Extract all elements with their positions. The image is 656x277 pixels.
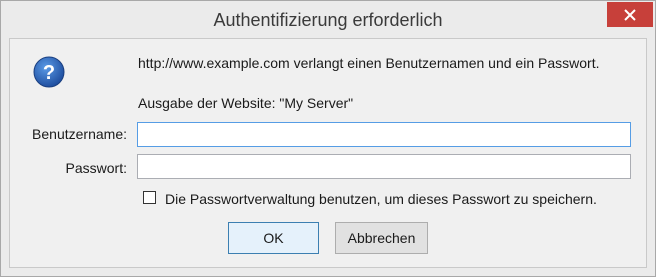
- ok-button[interactable]: OK: [228, 222, 319, 254]
- close-icon: [624, 8, 636, 21]
- password-label: Passwort:: [65, 160, 127, 176]
- username-label: Benutzername:: [32, 126, 127, 142]
- dialog-content: ? http://www.example.com verlangt einen …: [9, 38, 647, 268]
- auth-dialog: Authentifizierung erforderlich ? http://…: [0, 0, 656, 277]
- auth-message: http://www.example.com verlangt einen Be…: [138, 55, 600, 71]
- question-icon: ?: [33, 56, 65, 88]
- realm-message: Ausgabe der Website: "My Server": [138, 95, 354, 111]
- titlebar[interactable]: Authentifizierung erforderlich: [1, 1, 655, 38]
- remember-password-checkbox[interactable]: [143, 191, 156, 204]
- cancel-button[interactable]: Abbrechen: [335, 222, 428, 254]
- username-field[interactable]: [137, 122, 631, 147]
- remember-password-label[interactable]: Die Passwortverwaltung benutzen, um dies…: [165, 191, 597, 207]
- dialog-title: Authentifizierung erforderlich: [213, 10, 443, 30]
- svg-text:?: ?: [43, 62, 55, 84]
- close-button[interactable]: [607, 2, 653, 27]
- password-field[interactable]: [137, 154, 631, 179]
